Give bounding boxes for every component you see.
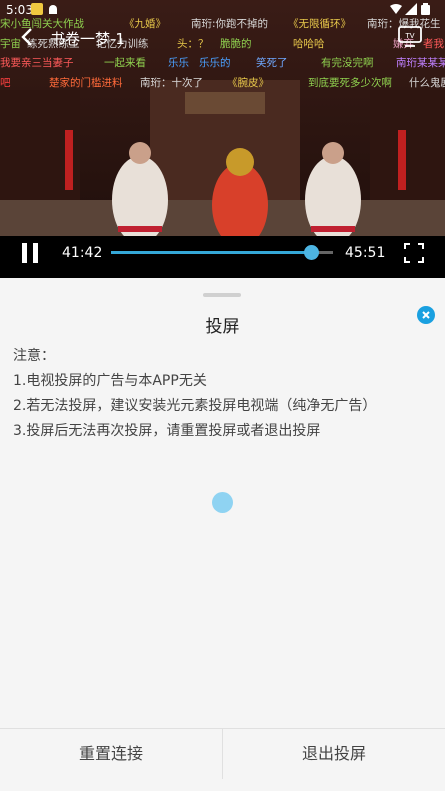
danmaku-comment: 吧 <box>0 77 11 89</box>
danmaku-comment: 有完没完啊 <box>321 57 374 69</box>
video-player[interactable]: 5:03 宋小鱼闯关大作战 《九婚》 南珩:你跑不掉的 《无限循环》 南珩：爆我… <box>0 0 445 278</box>
android-icon <box>49 5 57 14</box>
back-arrow-icon[interactable] <box>18 27 38 47</box>
reset-connection-button[interactable]: 重置连接 <box>0 729 222 779</box>
danmaku-comment: 《九婚》 <box>124 18 166 30</box>
svg-text:TV: TV <box>404 32 414 40</box>
danmaku-comment: 一起来看 <box>104 57 146 69</box>
pause-icon <box>22 243 27 263</box>
sheet-button-bar: 重置连接 退出投屏 <box>0 728 445 779</box>
danmaku-comment: 楚家的门槛进料 <box>49 77 123 89</box>
cast-bottom-sheet: 投屏 注意： 1.电视投屏的广告与本APP无关 2.若无法投屏，建议安装光元素投… <box>0 278 445 791</box>
danmaku-comment: 脆脆的 <box>220 38 252 50</box>
note-item: 2.若无法投屏，建议安装光元素投屏电视端（纯净无广告） <box>13 398 377 414</box>
danmaku-comment: 我要亲三当妻子 <box>0 57 74 69</box>
app-notification-icon <box>31 3 43 15</box>
danmaku-comment: 南珩某某某 <box>396 57 445 69</box>
battery-icon <box>421 3 430 15</box>
seek-thumb[interactable] <box>303 245 319 260</box>
fullscreen-icon[interactable] <box>404 243 424 263</box>
note-item: 1.电视投屏的广告与本APP无关 <box>13 373 207 389</box>
note-heading: 注意： <box>13 348 55 364</box>
status-bar: 5:03 <box>0 0 445 20</box>
danmaku-comment: 笑死了 <box>256 57 288 69</box>
wifi-icon <box>390 4 402 14</box>
pause-button[interactable] <box>22 243 40 263</box>
player-controls: 41:42 45:51 <box>0 236 445 278</box>
exit-cast-button[interactable]: 退出投屏 <box>223 729 445 779</box>
sheet-drag-handle[interactable] <box>203 293 241 297</box>
seek-progress <box>111 251 311 254</box>
danmaku-comment: 到底要死多少次啊 <box>308 77 392 89</box>
danmaku-comment: 者我 <box>423 38 444 50</box>
close-icon[interactable] <box>417 306 435 324</box>
danmaku-comment: 南珩:你跑不掉的 <box>191 18 269 30</box>
danmaku-comment: 《腕皮》 <box>227 77 269 89</box>
sheet-title: 投屏 <box>205 317 240 337</box>
signal-icon <box>405 3 417 15</box>
note-item: 3.投屏后无法再次投屏，请重置投屏或者退出投屏 <box>13 423 321 439</box>
current-time: 41:42 <box>62 245 103 261</box>
status-time: 5:03 <box>6 3 33 17</box>
danmaku-comment: 什么鬼剧 <box>409 77 445 89</box>
danmaku-comment: 头：？ <box>177 38 209 50</box>
video-title: 书卷一梦-1 <box>50 30 125 48</box>
danmaku-comment: 南珩：十次了 <box>140 77 203 89</box>
danmaku-comment: 《无限循环》 <box>288 18 351 30</box>
danmaku-comment: 乐乐 <box>168 57 189 69</box>
seek-bar[interactable] <box>111 245 333 260</box>
loading-indicator <box>212 492 233 513</box>
total-duration: 45:51 <box>345 245 386 261</box>
danmaku-comment: 乐乐的 <box>199 57 231 69</box>
tv-cast-icon[interactable]: TV <box>398 26 422 48</box>
danmaku-comment: 哈哈哈 <box>293 38 325 50</box>
